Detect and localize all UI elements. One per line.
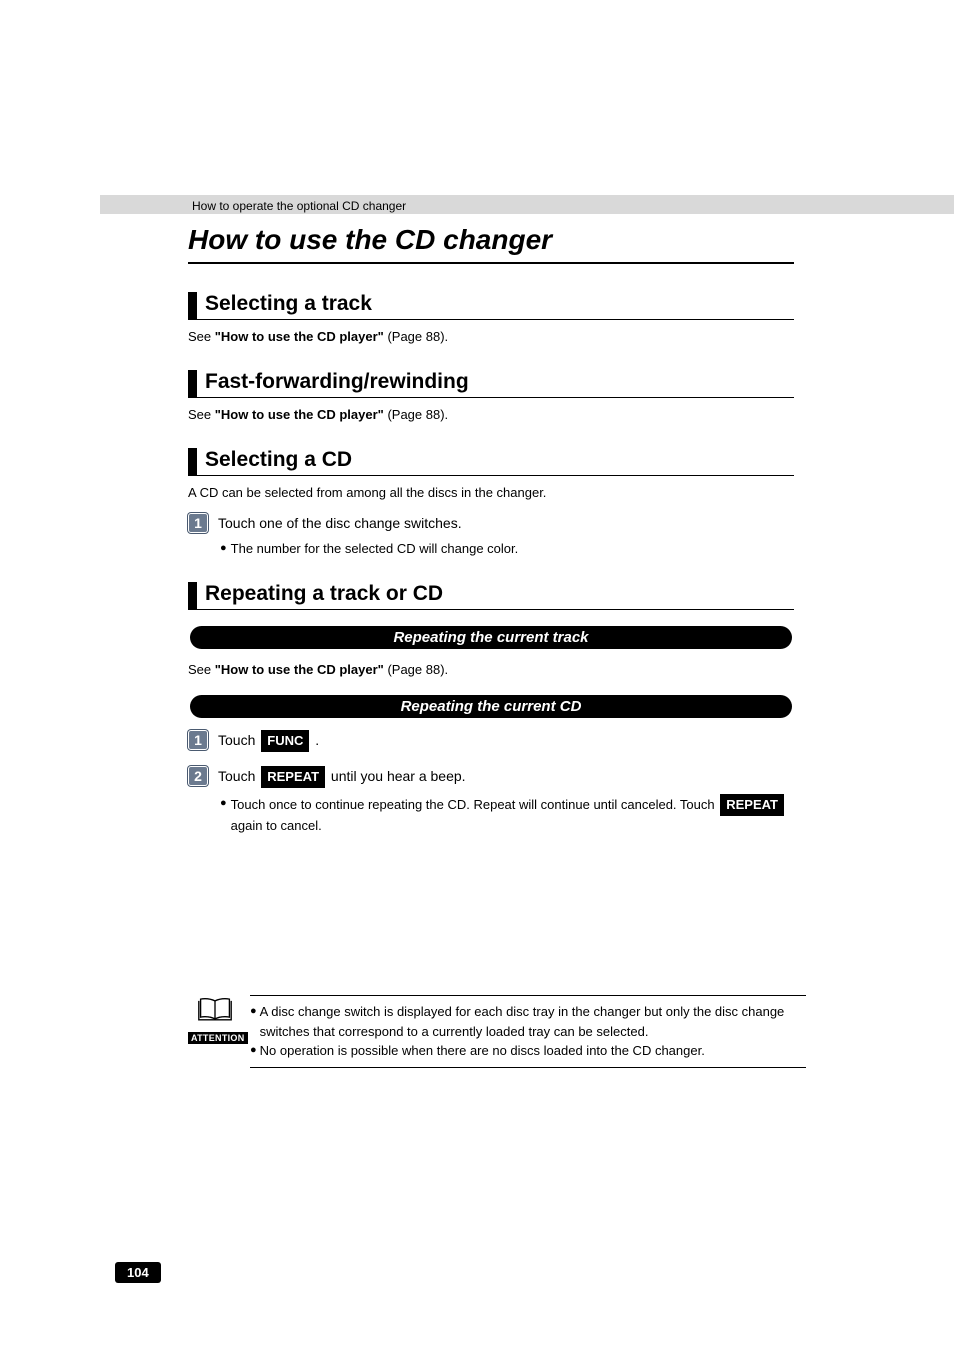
breadcrumb-text: How to operate the optional CD changer — [192, 199, 406, 213]
repeat-button-label: REPEAT — [720, 794, 784, 816]
see-reference-text: See "How to use the CD player" (Page 88)… — [188, 661, 794, 679]
see-prefix: See — [188, 662, 215, 677]
see-prefix: See — [188, 329, 215, 344]
step-text-suffix: until you hear a beep. — [327, 768, 466, 784]
page-title: How to use the CD changer — [188, 224, 794, 264]
bullet-icon: ● — [220, 539, 227, 558]
book-icon — [197, 995, 233, 1023]
step-number-badge: 1 — [188, 730, 208, 750]
select-cd-intro: A CD can be selected from among all the … — [188, 484, 794, 502]
page-number: 104 — [115, 1262, 161, 1283]
attention-bullet: ● No operation is possible when there ar… — [250, 1041, 806, 1061]
step-row: 1 Touch FUNC . — [188, 730, 794, 752]
subsection-repeat-track: Repeating the current track — [190, 626, 792, 649]
step-number-badge: 1 — [188, 513, 208, 533]
step-row: 2 Touch REPEAT until you hear a beep. — [188, 766, 794, 788]
step-text-prefix: Touch — [218, 768, 259, 784]
see-reference-text: See "How to use the CD player" (Page 88)… — [188, 328, 794, 346]
step-row: 1 Touch one of the disc change switches. — [188, 513, 794, 533]
step-sub-bullet: ● Touch once to continue repeating the C… — [220, 794, 794, 835]
step-number-badge: 2 — [188, 766, 208, 786]
bullet-text: Touch once to continue repeating the CD.… — [231, 794, 794, 835]
see-link-text: "How to use the CD player" — [215, 407, 384, 422]
see-suffix: (Page 88). — [384, 407, 448, 422]
see-link-text: "How to use the CD player" — [215, 662, 384, 677]
step-text-prefix: Touch — [218, 732, 259, 748]
bullet-text: The number for the selected CD will chan… — [231, 539, 519, 559]
see-suffix: (Page 88). — [384, 329, 448, 344]
section-repeating: Repeating a track or CD — [188, 582, 794, 610]
attention-content: ● A disc change switch is displayed for … — [250, 995, 806, 1068]
attention-bullet: ● A disc change switch is displayed for … — [250, 1002, 806, 1041]
attention-box: ATTENTION ● A disc change switch is disp… — [188, 995, 806, 1068]
see-reference-text: See "How to use the CD player" (Page 88)… — [188, 406, 794, 424]
section-selecting-track: Selecting a track — [188, 292, 794, 320]
attention-icon-wrapper: ATTENTION — [188, 995, 242, 1046]
bullet-icon: ● — [250, 1041, 257, 1060]
section-ff-rw: Fast-forwarding/rewinding — [188, 370, 794, 398]
bullet-text-prefix: Touch once to continue repeating the CD.… — [231, 797, 719, 812]
step-text-suffix: . — [311, 732, 319, 748]
bullet-text-suffix: again to cancel. — [231, 818, 322, 833]
bullet-icon: ● — [220, 794, 227, 813]
see-link-text: "How to use the CD player" — [215, 329, 384, 344]
attention-text-2: No operation is possible when there are … — [260, 1041, 705, 1061]
breadcrumb-bar: How to operate the optional CD changer — [100, 195, 954, 214]
see-suffix: (Page 88). — [384, 662, 448, 677]
step-sub-bullet: ● The number for the selected CD will ch… — [220, 539, 794, 559]
attention-text-1: A disc change switch is displayed for ea… — [260, 1002, 806, 1041]
step-instruction: Touch FUNC . — [218, 730, 319, 752]
func-button-label: FUNC — [261, 730, 309, 752]
subsection-repeat-cd: Repeating the current CD — [190, 695, 792, 718]
step-instruction: Touch REPEAT until you hear a beep. — [218, 766, 466, 788]
repeat-button-label: REPEAT — [261, 766, 325, 788]
see-prefix: See — [188, 407, 215, 422]
section-selecting-cd: Selecting a CD — [188, 448, 794, 476]
bullet-icon: ● — [250, 1002, 257, 1021]
step-instruction: Touch one of the disc change switches. — [218, 513, 462, 533]
attention-label: ATTENTION — [188, 1032, 248, 1044]
